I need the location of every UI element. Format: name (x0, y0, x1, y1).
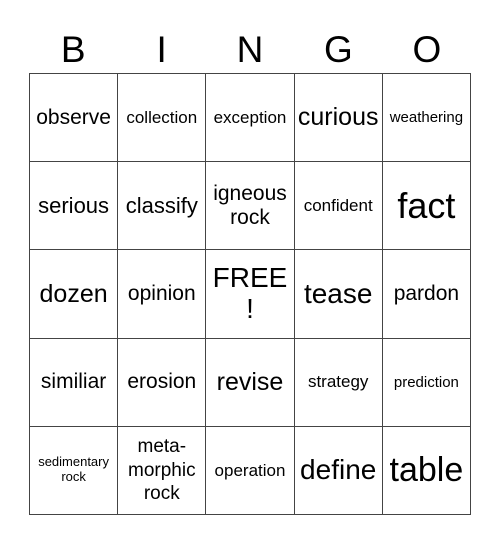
bingo-cell[interactable]: collection (118, 74, 207, 163)
bingo-cell[interactable]: sedimentary rock (30, 426, 119, 515)
bingo-cell[interactable]: prediction (382, 338, 471, 427)
bingo-cell[interactable]: revise (206, 338, 295, 427)
bingo-cell[interactable]: weathering (382, 74, 471, 163)
bingo-cell[interactable]: table (382, 426, 471, 515)
free-space[interactable]: FREE ! (206, 250, 295, 339)
bingo-cell[interactable]: confident (294, 162, 383, 251)
bingo-cell[interactable]: erosion (118, 338, 207, 427)
bingo-cell[interactable]: tease (294, 250, 383, 339)
bingo-cell[interactable]: observe (30, 74, 119, 163)
bingo-cell[interactable]: strategy (294, 338, 383, 427)
bingo-cell[interactable]: pardon (382, 250, 471, 339)
header-letter-o: O (412, 29, 442, 70)
bingo-cell[interactable]: classify (118, 162, 207, 251)
bingo-cell[interactable]: opinion (118, 250, 207, 339)
bingo-board: observe collection exception curious wea… (29, 73, 471, 515)
header-letter-b: B (60, 29, 86, 70)
header-letter-i: I (156, 29, 167, 70)
header-letter-n: N (236, 29, 264, 70)
bingo-header: B I N G O (29, 28, 471, 72)
bingo-cell[interactable]: operation (206, 426, 295, 515)
bingo-cell[interactable]: fact (382, 162, 471, 251)
header-letter-g: G (324, 29, 353, 70)
bingo-cell[interactable]: define (294, 426, 383, 515)
bingo-cell[interactable]: serious (30, 162, 119, 251)
bingo-cell[interactable]: dozen (30, 250, 119, 339)
bingo-cell[interactable]: curious (294, 74, 383, 163)
bingo-cell[interactable]: similiar (30, 338, 119, 427)
bingo-cell[interactable]: igneous rock (206, 162, 295, 251)
bingo-cell[interactable]: exception (206, 74, 295, 163)
bingo-cell[interactable]: meta-morphic rock (118, 426, 207, 515)
